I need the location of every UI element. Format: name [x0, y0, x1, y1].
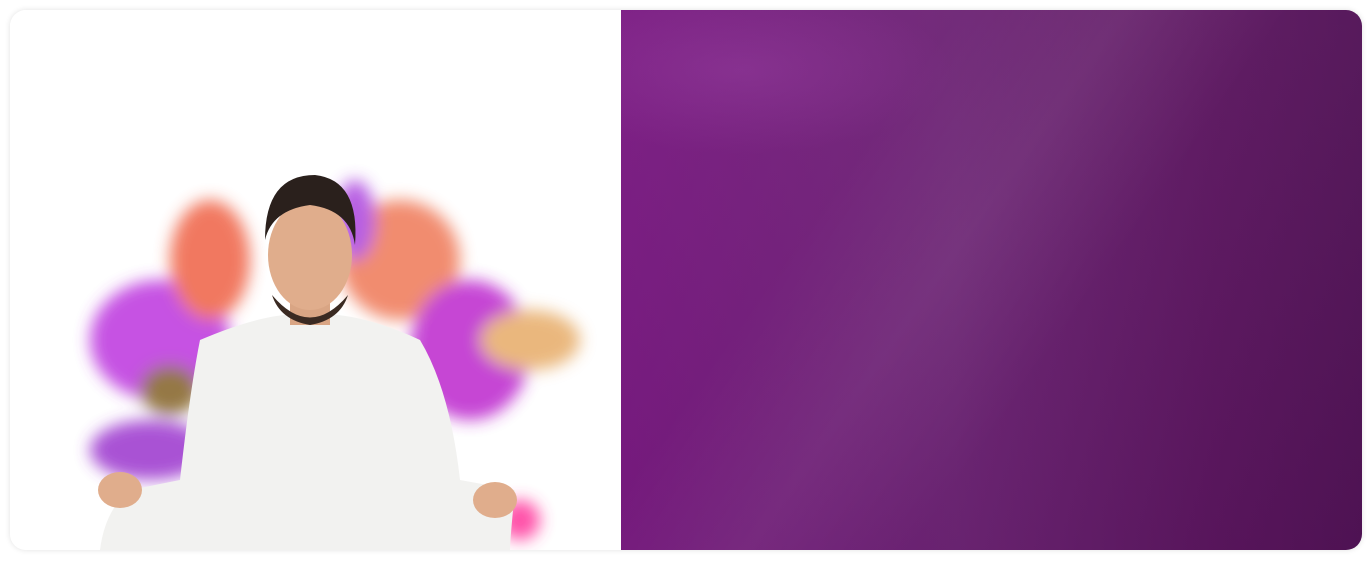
hero-image-panel	[10, 10, 621, 550]
hero-card	[10, 10, 1362, 550]
meditating-man-image	[90, 175, 580, 550]
purple-gradient-panel	[621, 10, 1362, 550]
